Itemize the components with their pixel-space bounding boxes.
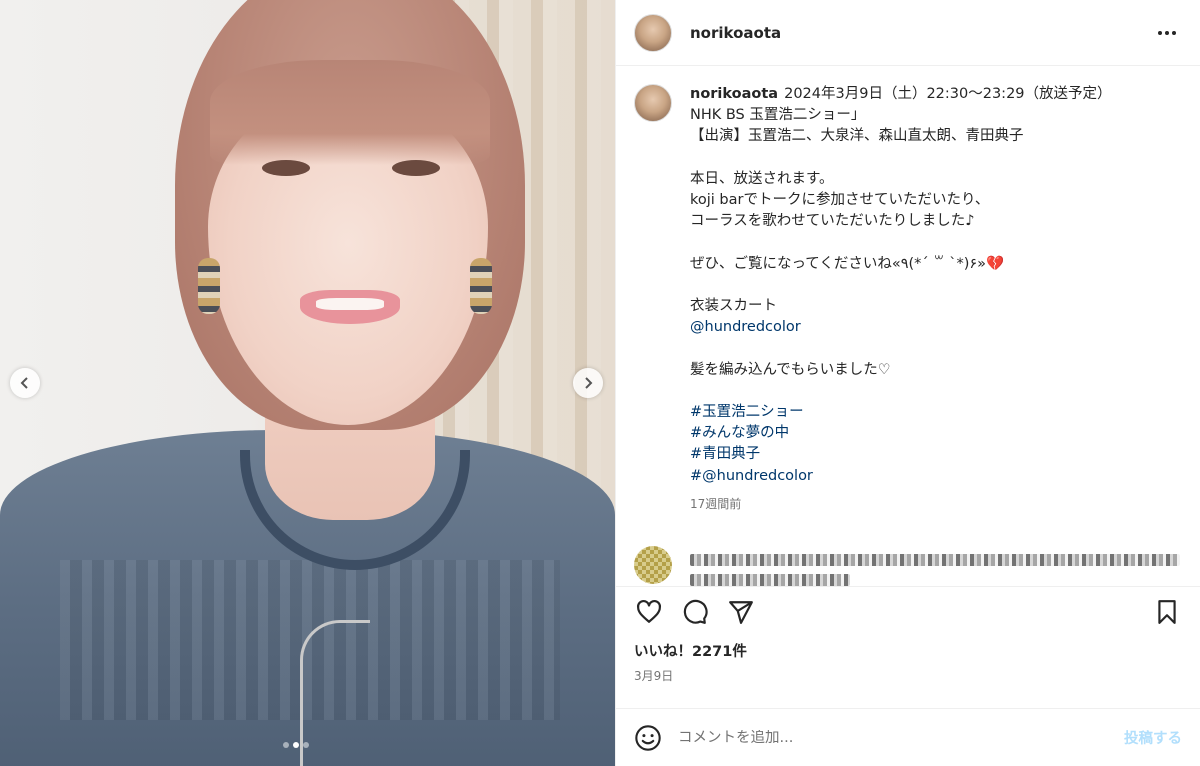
comment-composer: 投稿する (616, 708, 1200, 766)
blurred-line (690, 573, 850, 586)
caption-line: ぜひ、ご覧になってくださいね«٩(*´ ꒳ `*)۶»💔 (690, 255, 1005, 272)
caption-username[interactable]: norikoaota (690, 86, 778, 102)
caption-avatar[interactable] (634, 84, 672, 122)
photo-earring-right (470, 258, 492, 314)
chevron-left-icon (20, 377, 28, 389)
photo-bangs (210, 60, 490, 165)
comment-item (634, 545, 1182, 586)
comment-input[interactable] (678, 729, 1124, 746)
caption-line: 衣装スカート (690, 298, 777, 315)
caption-area: norikoaota 2024年3月9日（土）22:30～23:29（放送予定） … (616, 66, 1200, 586)
comment-button[interactable] (680, 597, 710, 627)
caption-text: norikoaota 2024年3月9日（土）22:30～23:29（放送予定） … (690, 84, 1112, 487)
bookmark-icon (1158, 599, 1176, 624)
previous-slide-button[interactable] (10, 368, 40, 398)
header-username[interactable]: norikoaota (690, 24, 781, 42)
post-date[interactable]: 3月9日 (616, 667, 1200, 684)
heart-icon (637, 599, 661, 623)
like-button[interactable] (634, 597, 664, 627)
comment-icon (683, 599, 708, 624)
chevron-right-icon (585, 377, 593, 389)
photo-teeth (316, 298, 384, 310)
instagram-post: norikoaota norikoaota 2024年3月9日（土）22:30～2… (0, 0, 1200, 766)
slide-dot (283, 742, 289, 748)
action-bar (616, 586, 1200, 636)
next-slide-button[interactable] (573, 368, 603, 398)
post-header: norikoaota (616, 0, 1200, 66)
avatar[interactable] (634, 13, 672, 52)
post-comment-button[interactable]: 投稿する (1124, 727, 1182, 748)
save-button[interactable] (1152, 597, 1182, 627)
photo-earring-left (198, 258, 220, 314)
share-icon (729, 600, 753, 624)
caption-line: 本日、放送されます。 (690, 170, 834, 187)
likes-count[interactable]: いいね！2271件 (616, 640, 1200, 661)
hashtag-link[interactable]: #玉置浩二ショー (690, 404, 804, 420)
share-button[interactable] (726, 597, 756, 627)
photo-eye-right (392, 160, 440, 176)
mention-link[interactable]: @hundredcolor (690, 319, 801, 335)
photo-cable (300, 620, 370, 766)
hashtag-link[interactable]: #青田典子 (690, 446, 760, 462)
photo-eye-left (262, 160, 310, 176)
caption-line: NHK BS 玉置浩二ショー」 (690, 107, 866, 124)
slide-indicator (283, 742, 309, 748)
blurred-line (690, 553, 1180, 566)
slide-dot (303, 742, 309, 748)
commenter-avatar-blurred[interactable] (634, 545, 672, 584)
hashtag-link[interactable]: #@hundredcolor (690, 468, 813, 484)
post-media[interactable] (0, 0, 615, 766)
more-horizontal-icon (1158, 30, 1162, 35)
hashtag-link[interactable]: #みんな夢の中 (690, 425, 789, 441)
more-options-button[interactable] (1152, 25, 1182, 41)
caption-line: 【出演】玉置浩二、大泉洋、森山直太朗、青田典子 (690, 128, 1024, 145)
slide-dot-active (293, 742, 299, 748)
caption-row: norikoaota 2024年3月9日（土）22:30～23:29（放送予定） … (634, 84, 1182, 487)
caption-line: コーラスを歌わせていただいたりしました♪ (690, 213, 975, 230)
caption-line: 髪を編み込んでもらいました♡ (690, 361, 891, 378)
caption-line: koji barでトークに参加させていただいたり、 (690, 192, 990, 209)
caption-timestamp[interactable]: 17週間前 (690, 495, 1182, 512)
smiley-icon[interactable] (634, 724, 662, 752)
caption-line: 2024年3月9日（土）22:30～23:29（放送予定） (784, 86, 1112, 102)
post-side-panel: norikoaota norikoaota 2024年3月9日（土）22:30～2… (615, 0, 1200, 766)
comment-text-blurred (690, 546, 1182, 586)
